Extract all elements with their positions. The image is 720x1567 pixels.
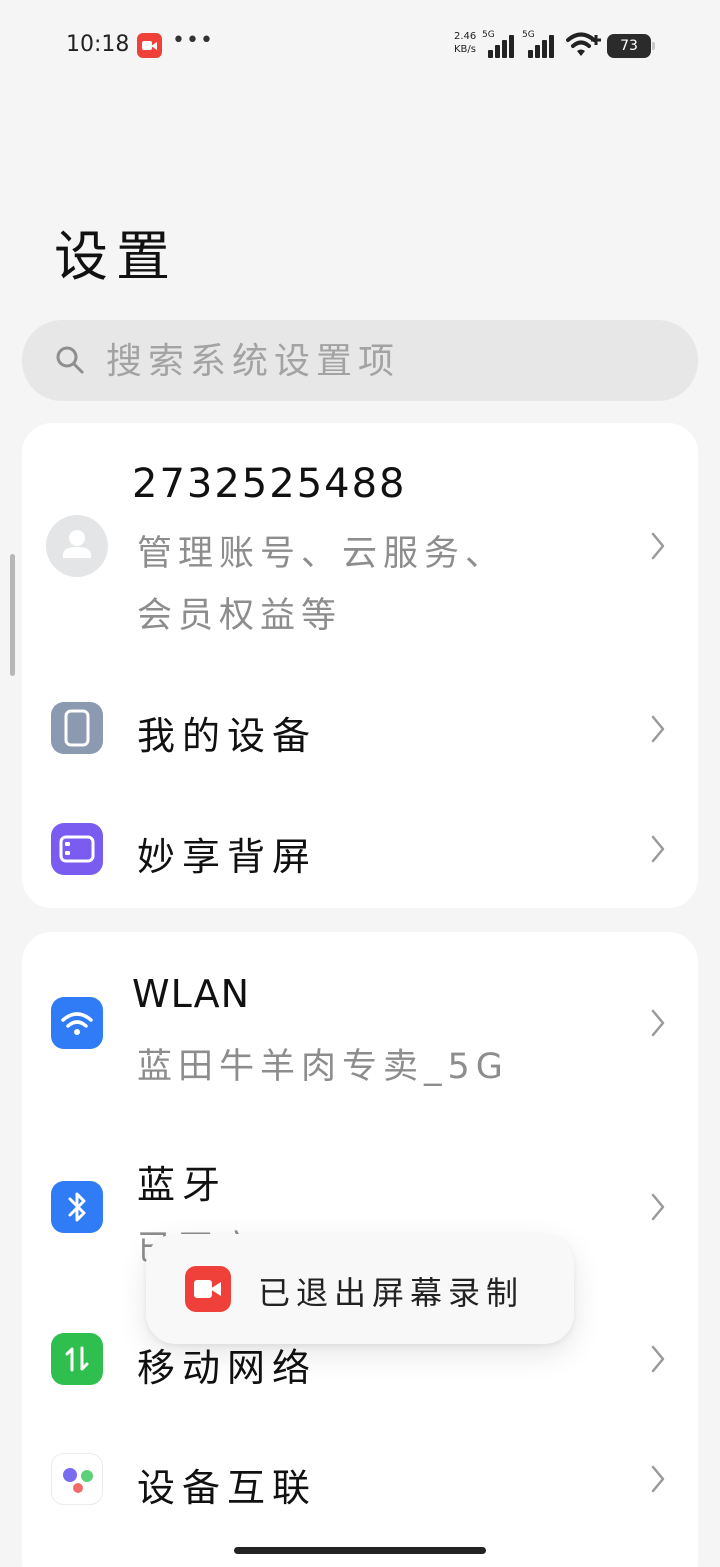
account-row[interactable]: 2732525488 管理账号、云服务、 会员权益等 — [22, 423, 698, 668]
chevron-right-icon — [651, 715, 665, 743]
account-desc-line1: 管理账号、云服务、 — [137, 534, 507, 574]
toast-message: 已退出屏幕录制 — [258, 1274, 525, 1312]
mobile-data-icon — [51, 1333, 103, 1385]
wifi-icon — [51, 997, 103, 1049]
chevron-right-icon — [651, 532, 665, 560]
rear-screen-icon — [51, 823, 103, 875]
chevron-right-icon — [651, 835, 665, 863]
avatar — [46, 515, 108, 577]
account-name: 2732525488 — [132, 461, 407, 507]
bluetooth-label: 蓝牙 — [137, 1163, 228, 1207]
wifi-status-icon — [566, 32, 601, 56]
search-icon — [56, 346, 84, 374]
signal-sim2-icon: 5G — [522, 30, 554, 58]
search-input[interactable] — [106, 336, 666, 386]
network-speed-value: 2.46 — [454, 31, 477, 42]
battery-level: 73 — [620, 38, 638, 54]
wlan-label: WLAN — [132, 972, 251, 1016]
screen-record-icon — [185, 1266, 231, 1312]
my-device-label: 我的设备 — [137, 714, 318, 758]
signal-sim1-icon: 5G — [482, 30, 514, 58]
status-bar: 10:18 ••• 2.46 KB/s 5G 5G 73 — [0, 0, 720, 92]
wlan-network-name: 蓝田牛羊肉专卖_5G — [137, 1047, 509, 1087]
chevron-right-icon — [651, 1345, 665, 1373]
rear-screen-row[interactable]: 妙享背屏 — [22, 788, 698, 908]
screen-record-icon — [137, 33, 162, 58]
account-desc-line2: 会员权益等 — [137, 596, 343, 636]
scrollbar[interactable] — [10, 554, 15, 676]
my-device-row[interactable]: 我的设备 — [22, 668, 698, 788]
battery-icon: 73 — [607, 34, 655, 58]
chevron-right-icon — [651, 1465, 665, 1493]
person-icon — [63, 530, 91, 558]
network-speed: 2.46 KB/s — [454, 30, 476, 56]
rear-screen-label: 妙享背屏 — [137, 835, 318, 879]
device-interconnect-label: 设备互联 — [137, 1466, 318, 1510]
bluetooth-icon — [51, 1181, 103, 1233]
device-interconnect-row[interactable]: 设备互联 — [22, 1422, 698, 1542]
status-time: 10:18 — [66, 32, 130, 57]
home-indicator[interactable] — [234, 1547, 486, 1554]
chevron-right-icon — [651, 1009, 665, 1037]
screen-record-toast: 已退出屏幕录制 — [146, 1234, 574, 1344]
chevron-right-icon — [651, 1193, 665, 1221]
my-device-icon — [51, 702, 103, 754]
page-title: 设置 — [54, 225, 178, 288]
more-notifications-icon: ••• — [172, 28, 214, 53]
mobile-network-label: 移动网络 — [137, 1346, 318, 1390]
wlan-row[interactable]: WLAN 蓝田牛羊肉专卖_5G — [22, 932, 698, 1112]
device-interconnect-icon — [51, 1453, 103, 1505]
network-speed-unit: KB/s — [454, 44, 476, 55]
account-devices-card: 2732525488 管理账号、云服务、 会员权益等 我的设备 妙享背屏 — [22, 423, 698, 908]
